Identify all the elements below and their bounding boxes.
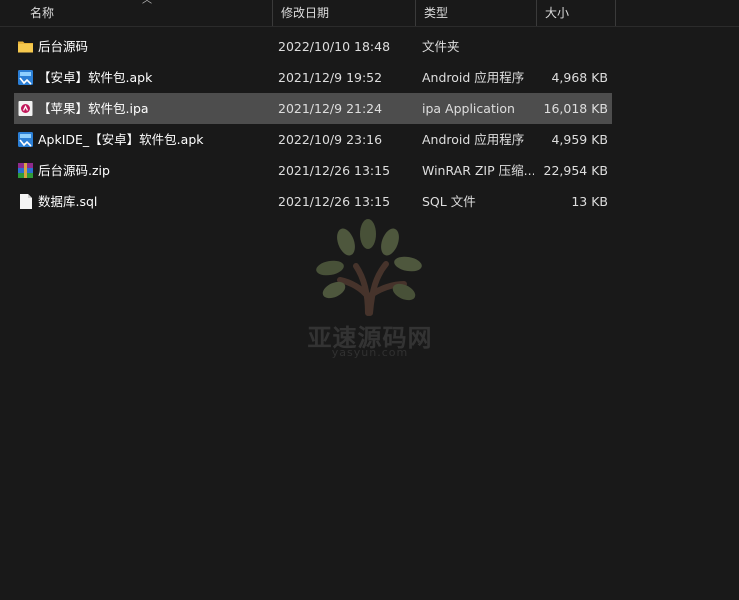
file-size: 22,954 KB xyxy=(543,163,608,178)
file-name: ApkIDE_【安卓】软件包.apk xyxy=(38,132,204,147)
header-name[interactable]: 名称 xyxy=(0,0,272,26)
file-row[interactable]: ApkIDE_【安卓】软件包.apk 2022/10/9 23:16 Andro… xyxy=(14,124,612,155)
file-name: 后台源码.zip xyxy=(38,163,110,178)
header-size[interactable]: 大小 xyxy=(536,0,616,26)
document-icon xyxy=(20,194,32,209)
file-date: 2022/10/10 18:48 xyxy=(278,39,391,54)
file-name: 数据库.sql xyxy=(38,194,98,209)
file-type: Android 应用程序 xyxy=(422,70,525,85)
file-name: 【苹果】软件包.ipa xyxy=(38,101,149,116)
file-name: 后台源码 xyxy=(38,39,89,54)
file-date: 2021/12/9 21:24 xyxy=(278,101,383,116)
file-date: 2022/10/9 23:16 xyxy=(278,132,383,147)
ipa-icon xyxy=(18,101,33,116)
file-date: 2021/12/26 13:15 xyxy=(278,163,391,178)
file-type: SQL 文件 xyxy=(422,194,476,209)
folder-icon xyxy=(18,41,33,53)
apk-icon xyxy=(18,70,33,85)
file-size: 16,018 KB xyxy=(543,101,608,116)
file-row[interactable]: 后台源码.zip 2021/12/26 13:15 WinRAR ZIP 压缩.… xyxy=(14,155,612,186)
tree-logo-icon xyxy=(316,219,422,316)
file-type: Android 应用程序 xyxy=(422,132,525,147)
file-row[interactable]: 数据库.sql 2021/12/26 13:15 SQL 文件 13 KB xyxy=(14,186,612,217)
file-explorer: ︿ 名称 修改日期 类型 大小 后台源码 2022/10/10 18:48 文件… xyxy=(0,0,739,600)
watermark-url: yasyun.com xyxy=(331,346,409,359)
apk-icon xyxy=(18,132,33,147)
header-type[interactable]: 类型 xyxy=(415,0,536,26)
file-row-selected[interactable]: 【苹果】软件包.ipa 2021/12/9 21:24 ipa Applicat… xyxy=(14,93,612,124)
winrar-icon xyxy=(18,163,33,178)
file-row[interactable]: 后台源码 2022/10/10 18:48 文件夹 xyxy=(14,31,612,62)
file-size: 4,959 KB xyxy=(551,132,608,147)
file-size xyxy=(534,31,608,62)
file-type: WinRAR ZIP 压缩... xyxy=(422,163,534,178)
header-date-modified[interactable]: 修改日期 xyxy=(272,0,415,26)
file-row[interactable]: 【安卓】软件包.apk 2021/12/9 19:52 Android 应用程序… xyxy=(14,62,612,93)
file-date: 2021/12/9 19:52 xyxy=(278,70,383,85)
watermark: 亚速源码网 yasyun.com xyxy=(290,218,450,368)
file-type: 文件夹 xyxy=(422,39,460,54)
file-date: 2021/12/26 13:15 xyxy=(278,194,391,209)
file-size: 13 KB xyxy=(571,194,608,209)
file-size: 4,968 KB xyxy=(551,70,608,85)
file-list: 后台源码 2022/10/10 18:48 文件夹 【安卓】软件包.apk 20… xyxy=(0,31,739,217)
file-type: ipa Application xyxy=(422,101,515,116)
column-header: ︿ 名称 修改日期 类型 大小 xyxy=(0,0,739,27)
file-name: 【安卓】软件包.apk xyxy=(38,70,153,85)
